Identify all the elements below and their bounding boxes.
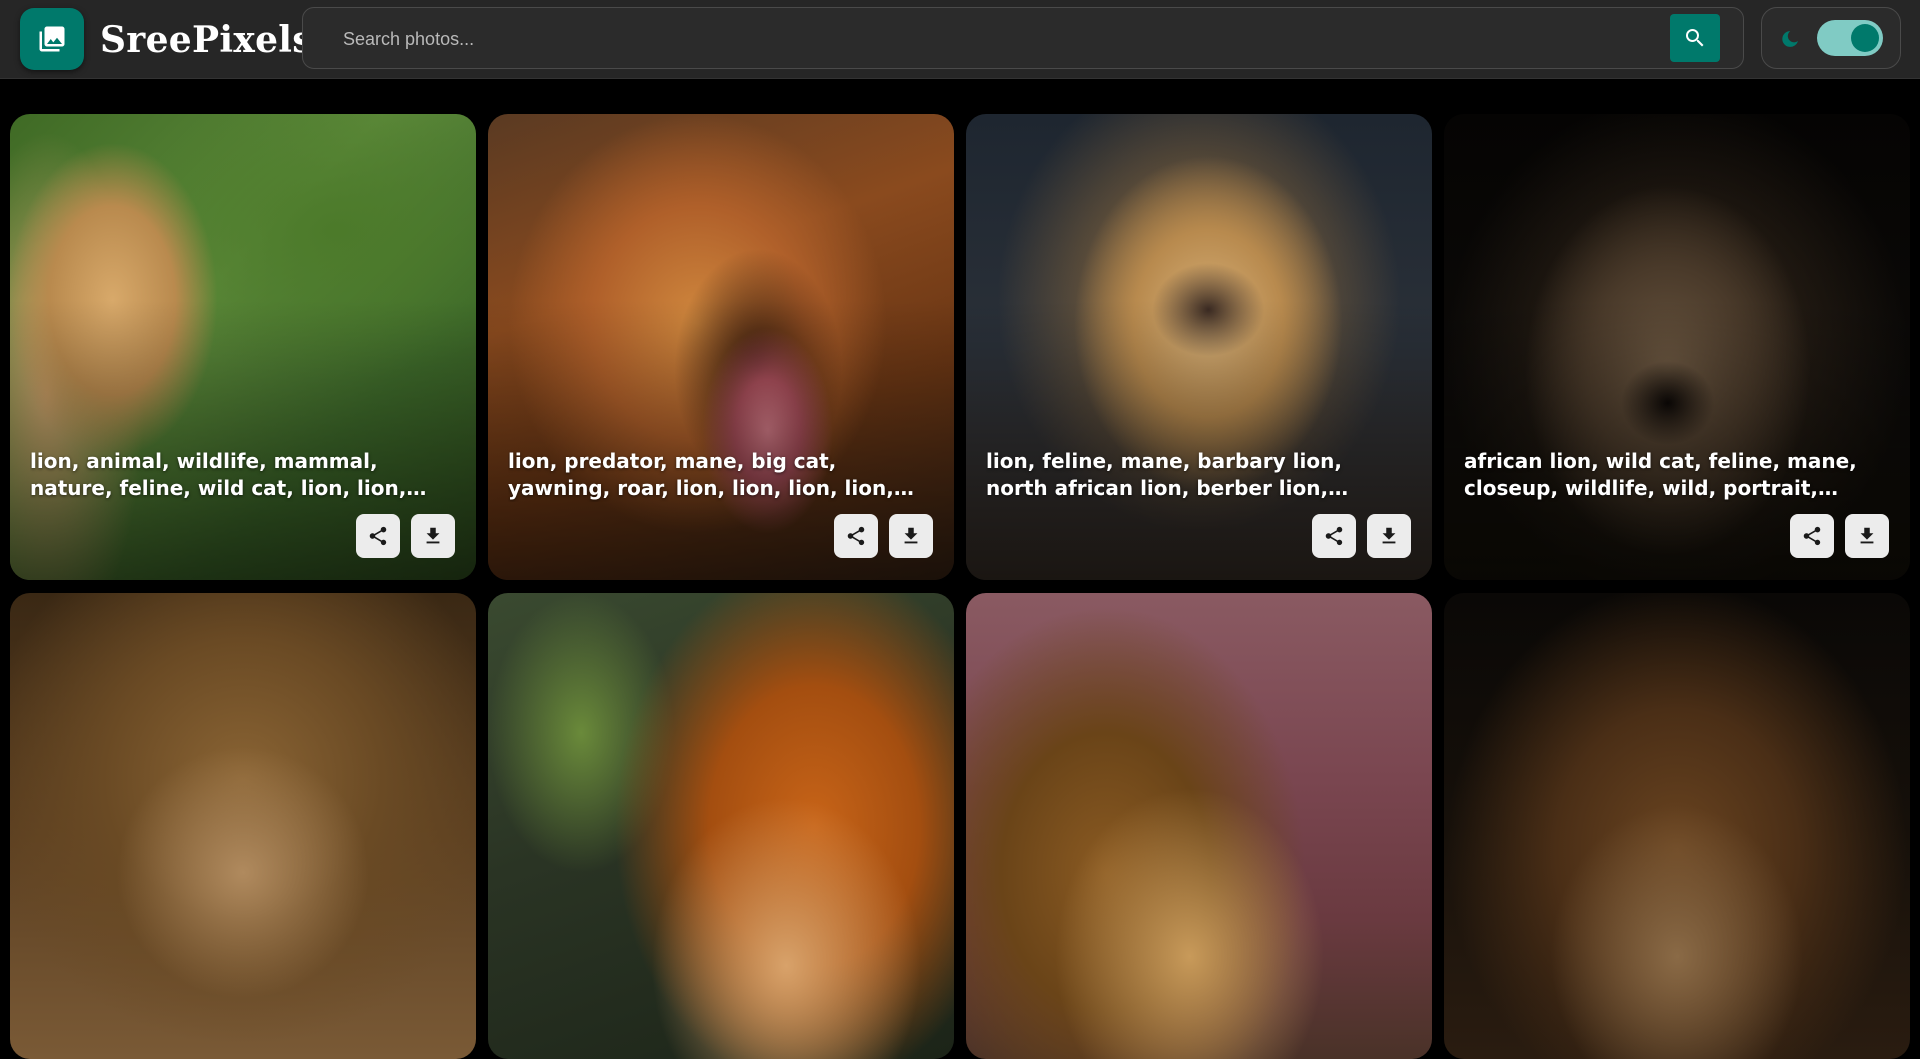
share-icon: [369, 526, 387, 546]
search-bar: [302, 7, 1744, 69]
share-button[interactable]: [834, 514, 878, 558]
top-bar: SreePixels: [0, 0, 1920, 79]
photo-card[interactable]: lion, feline, mane, barbary lion, north …: [966, 114, 1432, 580]
photo-tags: lion, feline, mane, barbary lion, north …: [986, 449, 1342, 500]
download-icon: [426, 527, 440, 544]
caption-shade: [966, 300, 1432, 580]
photo-tags: lion, animal, wildlife, mammal, nature, …: [30, 449, 407, 500]
photo-card[interactable]: [966, 593, 1432, 1059]
lion-photo: [966, 593, 1432, 1059]
download-button[interactable]: [889, 514, 933, 558]
download-button[interactable]: [411, 514, 455, 558]
share-icon: [847, 526, 865, 546]
lion-photo: [10, 593, 476, 1059]
brand-name[interactable]: SreePixels: [100, 16, 313, 64]
moon-icon: [1782, 31, 1798, 47]
caption-shade: [1444, 300, 1910, 580]
photo-tags: african lion, wild cat, feline, mane, cl…: [1464, 449, 1857, 500]
switch-knob: [1851, 24, 1879, 52]
share-button[interactable]: [1312, 514, 1356, 558]
lion-photo: [1444, 593, 1910, 1059]
share-icon: [1325, 526, 1343, 546]
photo-card[interactable]: [488, 593, 954, 1059]
search-input[interactable]: [341, 22, 1625, 56]
search-icon: [1686, 29, 1704, 47]
photo-tags: lion, predator, mane, big cat, yawning, …: [508, 449, 894, 500]
photo-card[interactable]: lion, animal, wildlife, mammal, nature, …: [10, 114, 476, 580]
download-icon: [1860, 527, 1874, 544]
theme-toggle-container: [1761, 7, 1901, 69]
lion-photo: [488, 593, 954, 1059]
photo-card[interactable]: lion, predator, mane, big cat, yawning, …: [488, 114, 954, 580]
caption-shade: [488, 300, 954, 580]
photo-card[interactable]: african lion, wild cat, feline, mane, cl…: [1444, 114, 1910, 580]
share-button[interactable]: [356, 514, 400, 558]
photo-library-icon: [39, 26, 65, 52]
share-button[interactable]: [1790, 514, 1834, 558]
download-icon: [904, 527, 918, 544]
download-button[interactable]: [1845, 514, 1889, 558]
search-button[interactable]: [1670, 14, 1720, 62]
download-button[interactable]: [1367, 514, 1411, 558]
caption-shade: [10, 300, 476, 580]
dark-mode-switch[interactable]: [1817, 20, 1883, 56]
share-icon: [1803, 526, 1821, 546]
download-icon: [1382, 527, 1396, 544]
logo[interactable]: [20, 8, 84, 70]
photo-card[interactable]: [1444, 593, 1910, 1059]
photo-card[interactable]: [10, 593, 476, 1059]
